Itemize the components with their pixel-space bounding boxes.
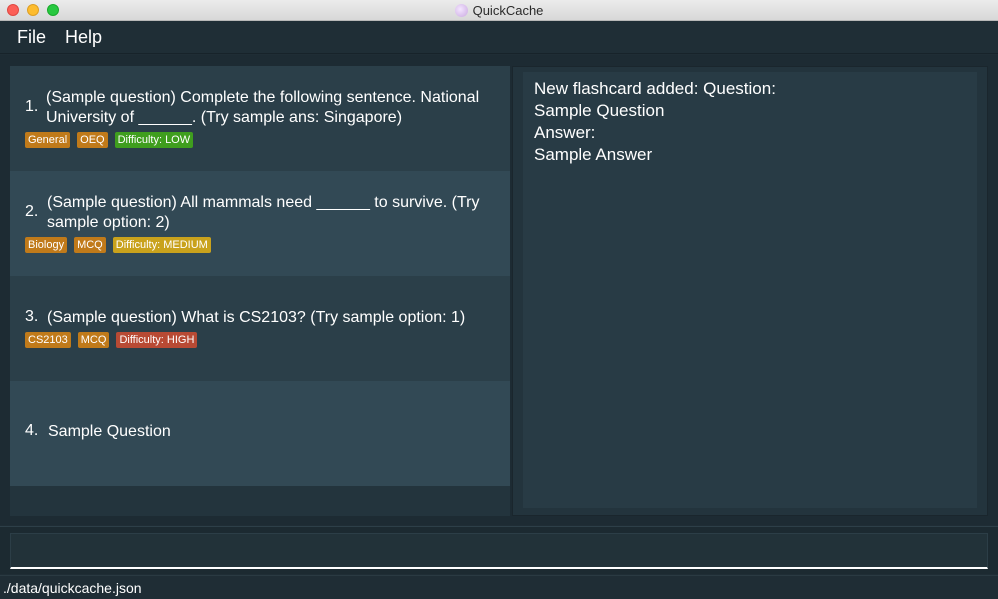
flashcard-tags: Biology MCQ Difficulty: MEDIUM: [25, 237, 211, 253]
flashcard-tags: General OEQ Difficulty: LOW: [25, 132, 194, 148]
command-input[interactable]: [10, 533, 988, 569]
flashcard-question: Sample Question: [48, 423, 171, 440]
flashcard-index: 1.: [25, 98, 39, 115]
result-panel: New flashcard added: Question: Sample Qu…: [512, 66, 988, 516]
flashcard-question: (Sample question) Complete the following…: [46, 89, 480, 126]
window-title: QuickCache: [472, 3, 544, 18]
flashcard-list[interactable]: 1. (Sample question) Complete the follow…: [10, 66, 510, 516]
tag-badge: MCQ: [74, 237, 106, 253]
result-line: Sample Question: [534, 101, 665, 120]
flashcard-tags: CS2103 MCQ Difficulty: HIGH: [25, 332, 198, 348]
flashcard-question: (Sample question) All mammals need _____…: [47, 194, 480, 231]
tag-badge: OEQ: [77, 132, 108, 148]
tag-badge: MCQ: [77, 332, 110, 348]
difficulty-badge: Difficulty: HIGH: [116, 332, 198, 348]
app-icon: [454, 4, 468, 17]
save-location-path: ./data/quickcache.json: [3, 580, 142, 596]
flashcard-index: 3.: [25, 308, 39, 325]
flashcard-question: (Sample question) What is CS2103? (Try s…: [47, 309, 466, 326]
flashcard-index: 4.: [25, 422, 39, 439]
flashcard-index: 2.: [25, 203, 39, 220]
title-bar: QuickCache: [0, 0, 998, 21]
command-box: [0, 526, 998, 574]
main-content: 1. (Sample question) Complete the follow…: [0, 55, 998, 525]
window-title-wrap: QuickCache: [0, 3, 998, 18]
app-window: QuickCache File Help 1. (Sample question…: [0, 0, 998, 599]
flashcard-item-1[interactable]: 1. (Sample question) Complete the follow…: [10, 66, 510, 171]
difficulty-badge: Difficulty: LOW: [114, 132, 194, 148]
menu-help[interactable]: Help: [65, 27, 102, 48]
flashcard-item-4[interactable]: 4. Sample Question: [10, 381, 510, 486]
menu-bar: File Help: [0, 21, 998, 54]
flashcard-item-3[interactable]: 3. (Sample question) What is CS2103? (Tr…: [10, 276, 510, 381]
tag-badge: Biology: [25, 237, 68, 253]
result-line: Answer:: [534, 123, 596, 142]
result-display[interactable]: New flashcard added: Question: Sample Qu…: [523, 72, 977, 508]
status-bar: ./data/quickcache.json: [0, 575, 998, 599]
difficulty-badge: Difficulty: MEDIUM: [112, 237, 211, 253]
result-line: New flashcard added: Question:: [534, 79, 776, 98]
tag-badge: CS2103: [25, 332, 71, 348]
result-line: Sample Answer: [534, 145, 653, 164]
menu-file[interactable]: File: [17, 27, 46, 48]
flashcard-item-2[interactable]: 2. (Sample question) All mammals need __…: [10, 171, 510, 276]
tag-badge: General: [25, 132, 71, 148]
